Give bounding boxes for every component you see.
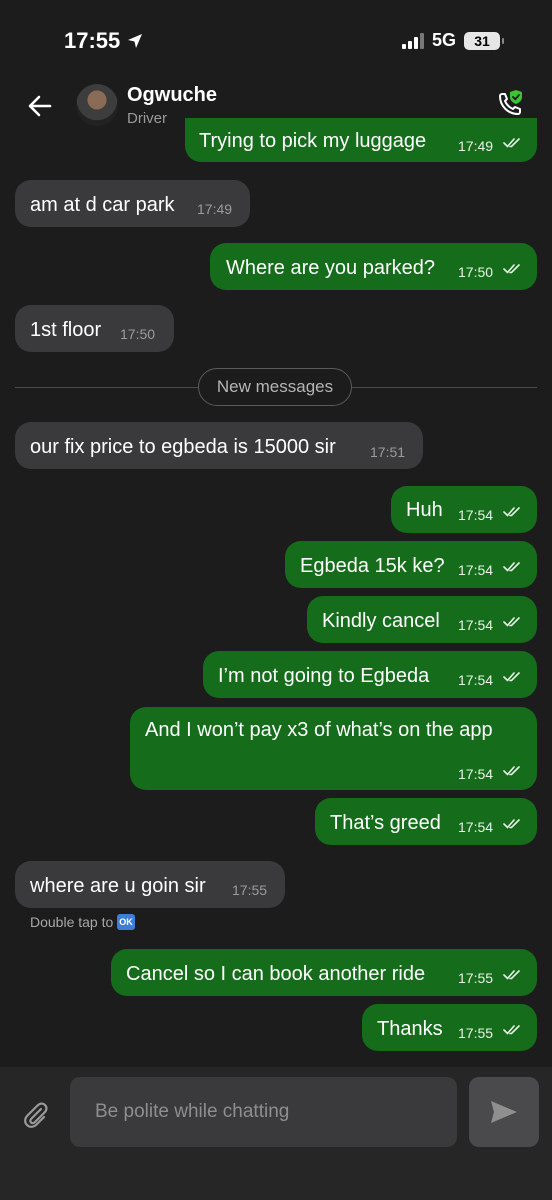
message-time: 17:54 bbox=[458, 507, 494, 523]
status-bar: 17:55 5G 31 bbox=[0, 0, 552, 80]
message-text: Thanks bbox=[377, 1018, 443, 1040]
outgoing-message[interactable]: Kindly cancel 17:54 bbox=[307, 596, 537, 643]
status-right: 5G 31 bbox=[401, 30, 504, 51]
phone-shield-icon[interactable] bbox=[494, 88, 528, 122]
message-time: 17:55 bbox=[458, 970, 494, 986]
network-label: 5G bbox=[431, 30, 456, 50]
message-text: Huh bbox=[406, 499, 443, 521]
new-messages-divider: New messages bbox=[198, 368, 352, 406]
location-arrow-icon bbox=[128, 34, 143, 48]
double-check-icon bbox=[503, 766, 520, 776]
message-text: Egbeda 15k ke? bbox=[300, 555, 445, 577]
composer-bar bbox=[0, 1067, 552, 1200]
send-button[interactable] bbox=[469, 1077, 539, 1147]
battery-icon: 31 bbox=[464, 31, 504, 50]
outgoing-message[interactable]: That’s greed 17:54 bbox=[315, 798, 537, 845]
incoming-message[interactable]: 1st floor 17:50 bbox=[15, 305, 174, 352]
double-check-icon bbox=[503, 138, 520, 148]
incoming-message[interactable]: am at d car park 17:49 bbox=[15, 180, 250, 227]
outgoing-message[interactable]: Thanks 17:55 bbox=[362, 1004, 537, 1051]
message-time: 17:54 bbox=[458, 617, 494, 633]
message-text: That’s greed bbox=[330, 812, 441, 834]
double-tap-hint: Double tap to OK bbox=[30, 914, 135, 930]
message-text: And I won’t pay x3 of what’s on the app bbox=[145, 719, 493, 741]
outgoing-message[interactable]: Huh 17:54 bbox=[391, 486, 537, 533]
double-check-icon bbox=[503, 264, 520, 274]
message-time: 17:49 bbox=[197, 201, 233, 217]
message-time: 17:54 bbox=[458, 819, 494, 835]
outgoing-message[interactable]: Trying to pick my luggage 17:49 bbox=[185, 118, 537, 162]
divider-line-left bbox=[15, 387, 198, 388]
message-time: 17:50 bbox=[120, 326, 156, 342]
message-text: our fix price to egbeda is 15000 sir bbox=[30, 436, 336, 458]
outgoing-message[interactable]: Where are you parked? 17:50 bbox=[210, 243, 537, 290]
message-text: Kindly cancel bbox=[322, 610, 440, 632]
double-check-icon bbox=[503, 562, 520, 572]
paperclip-icon[interactable] bbox=[20, 1099, 50, 1129]
message-time: 17:54 bbox=[458, 562, 494, 578]
message-text: 1st floor bbox=[30, 319, 102, 341]
message-time: 17:49 bbox=[458, 138, 494, 154]
incoming-message[interactable]: where are u goin sir 17:55 bbox=[15, 861, 285, 908]
message-time: 17:50 bbox=[458, 264, 494, 280]
signal-icon bbox=[401, 32, 424, 49]
message-text: Trying to pick my luggage bbox=[199, 130, 427, 152]
send-icon bbox=[491, 1101, 517, 1123]
double-tap-text: Double tap to bbox=[30, 914, 114, 930]
double-check-icon bbox=[503, 819, 520, 829]
message-text: I’m not going to Egbeda bbox=[218, 665, 430, 687]
message-text: am at d car park bbox=[30, 194, 175, 216]
double-check-icon bbox=[503, 507, 520, 517]
message-time: 17:55 bbox=[458, 1025, 494, 1041]
incoming-message[interactable]: our fix price to egbeda is 15000 sir 17:5… bbox=[15, 422, 423, 469]
message-text: Where are you parked? bbox=[226, 257, 436, 279]
message-time: 17:51 bbox=[370, 444, 406, 460]
double-check-icon bbox=[503, 1025, 520, 1035]
status-time: 17:55 bbox=[64, 28, 121, 53]
contact-role: Driver bbox=[127, 110, 167, 127]
outgoing-message[interactable]: Cancel so I can book another ride 17:55 bbox=[111, 949, 537, 996]
message-text: Cancel so I can book another ride bbox=[126, 963, 426, 985]
double-check-icon bbox=[503, 617, 520, 627]
battery-level: 31 bbox=[474, 32, 490, 49]
status-time-group: 17:55 bbox=[64, 28, 144, 54]
double-check-icon bbox=[503, 970, 520, 980]
message-time: 17:54 bbox=[458, 672, 494, 688]
ok-emoji-icon[interactable]: OK bbox=[117, 914, 135, 930]
outgoing-message[interactable]: And I won’t pay x3 of what’s on the app 1… bbox=[130, 707, 537, 790]
message-time: 17:54 bbox=[458, 766, 494, 782]
avatar[interactable] bbox=[76, 84, 118, 126]
double-check-icon bbox=[503, 672, 520, 682]
back-arrow-icon[interactable] bbox=[26, 92, 54, 120]
contact-name: Ogwuche bbox=[127, 84, 218, 106]
outgoing-message[interactable]: I’m not going to Egbeda 17:54 bbox=[203, 651, 537, 698]
message-time: 17:55 bbox=[232, 882, 268, 898]
message-input[interactable] bbox=[70, 1077, 457, 1147]
divider-line-right bbox=[352, 387, 537, 388]
outgoing-message[interactable]: Egbeda 15k ke? 17:54 bbox=[285, 541, 537, 588]
message-text: where are u goin sir bbox=[30, 875, 206, 897]
